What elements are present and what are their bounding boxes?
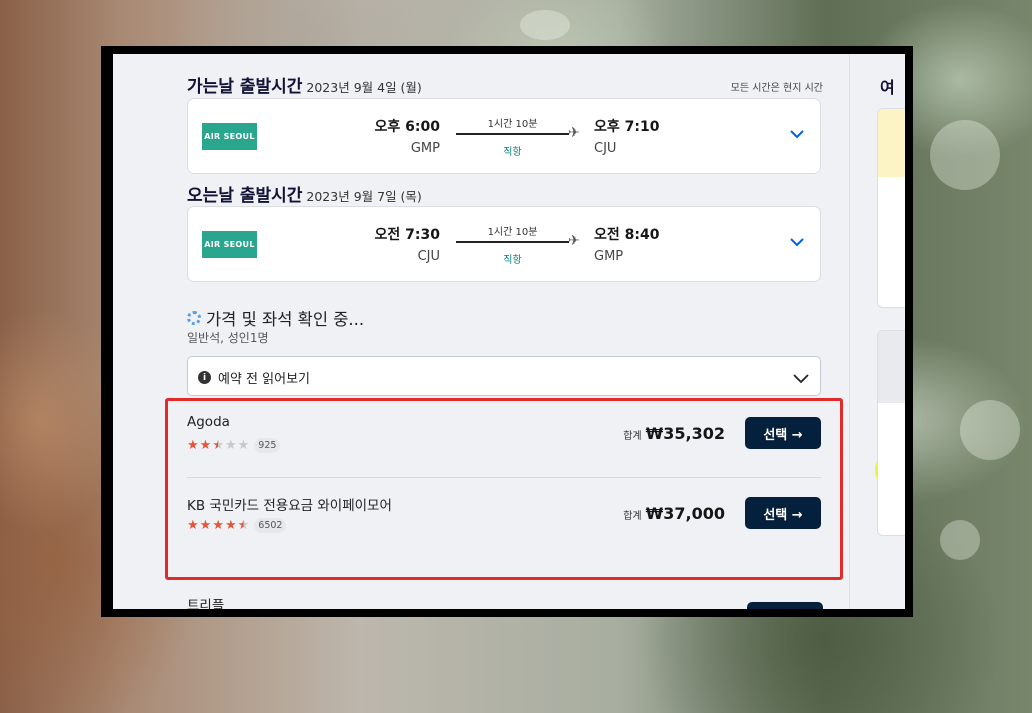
departure-code: GMP [410, 141, 440, 156]
provider-row: Agoda ★ ★ ★ ★ ★ 925 합계 ₩35,302 선택 → [187, 402, 821, 482]
route-line [456, 241, 569, 243]
bokeh-light [940, 520, 980, 560]
loading-text: 가격 및 좌석 확인 중... [206, 310, 365, 329]
cabin-info: 일반석, 성인1명 [187, 331, 269, 345]
star-empty-icon: ★ [237, 438, 250, 453]
select-button[interactable]: 선택 → [745, 497, 821, 529]
departure-time: 오전 7:30 [374, 227, 440, 243]
plane-icon: ✈ [568, 233, 580, 249]
star-icon: ★ [224, 518, 237, 533]
air-seoul-logo: AIR SEOUL [202, 231, 257, 258]
provider-name: 트리플 [187, 598, 225, 609]
arrival-time: 오전 8:40 [594, 227, 660, 243]
sidebar-divider [849, 54, 850, 609]
departure-code: CJU [417, 249, 440, 264]
inbound-title: 오는날 출발시간 [187, 186, 303, 206]
departure: 오전 7:30 CJU [375, 224, 440, 264]
star-icon: ★ [199, 438, 212, 453]
sidebar-card-banner [878, 331, 905, 403]
read-before-label: 예약 전 읽어보기 [218, 372, 310, 387]
star-half-icon: ★ [237, 518, 250, 533]
bokeh-light [930, 120, 1000, 190]
provider-divider [187, 477, 821, 478]
loading-status: 가격 및 좌석 확인 중... [187, 306, 364, 330]
outbound-heading: 가는날 출발시간 2023년 9월 4일 (월) [187, 72, 422, 97]
browser-viewport: 가는날 출발시간 2023년 9월 4일 (월) 모든 시간은 현지 시간 AI… [113, 54, 905, 609]
star-icon: ★ [187, 438, 199, 453]
bokeh-light [520, 10, 570, 40]
arrival: 오후 7:10 CJU [594, 116, 659, 156]
outbound-title: 가는날 출발시간 [187, 77, 303, 97]
chevron-down-icon[interactable] [788, 125, 806, 143]
sidebar-card[interactable] [877, 108, 905, 308]
star-icon: ★ [199, 518, 212, 533]
outbound-date: 2023년 9월 4일 (월) [306, 80, 422, 95]
select-button[interactable] [747, 602, 823, 609]
main-content: 가는날 출발시간 2023년 9월 4일 (월) 모든 시간은 현지 시간 AI… [165, 54, 905, 609]
arrival: 오전 8:40 GMP [594, 224, 659, 264]
review-count: 925 [254, 438, 281, 453]
chevron-down-icon [793, 374, 809, 384]
price-label: 합계 [623, 511, 642, 522]
route-line [456, 133, 569, 135]
bokeh-light [960, 400, 1020, 460]
star-icon: ★ [187, 518, 199, 533]
price: 합계 ₩37,000 [623, 504, 725, 523]
inbound-date: 2023년 9월 7일 (목) [306, 189, 422, 204]
read-before-booking-dropdown[interactable]: i 예약 전 읽어보기 [187, 356, 821, 396]
provider-name: Agoda [187, 414, 230, 430]
local-time-note: 모든 시간은 현지 시간 [730, 83, 823, 94]
price: 합계 ₩35,302 [623, 424, 725, 443]
star-empty-icon: ★ [224, 438, 237, 453]
price-label: 합계 [623, 431, 642, 442]
select-button[interactable]: 선택 → [745, 417, 821, 449]
info-icon: i [198, 371, 211, 384]
departure-time: 오후 6:00 [374, 119, 440, 135]
provider-row: KB 국민카드 전용요금 와이페이모어 ★ ★ ★ ★ ★ 6502 합계 ₩3… [187, 482, 821, 562]
sidebar-card-banner [878, 109, 905, 177]
direct-flight-label: 직항 [503, 255, 522, 266]
sidebar-card[interactable] [877, 330, 905, 536]
plane-icon: ✈ [568, 125, 580, 141]
star-icon: ★ [212, 518, 224, 533]
price-amount: ₩37,000 [645, 504, 725, 523]
provider-name: KB 국민카드 전용요금 와이페이모어 [187, 498, 392, 514]
flight-duration: 1시간 10분 [487, 119, 538, 130]
air-seoul-logo: AIR SEOUL [202, 123, 257, 150]
star-half-icon: ★ [212, 438, 224, 453]
departure: 오후 6:00 GMP [375, 116, 440, 156]
arrival-code: GMP [594, 249, 624, 264]
outbound-flight-card[interactable]: AIR SEOUL 오후 6:00 GMP 1시간 10분 ✈ 직항 오후 7:… [187, 98, 821, 174]
flight-duration: 1시간 10분 [487, 227, 538, 238]
arrival-code: CJU [594, 141, 617, 156]
arrival-time: 오후 7:10 [594, 119, 660, 135]
review-count: 6502 [254, 518, 287, 533]
chevron-down-icon[interactable] [788, 233, 806, 251]
spinner-icon [187, 311, 201, 325]
rating-stars: ★ ★ ★ ★ ★ 6502 [187, 518, 287, 533]
inbound-heading: 오는날 출발시간 2023년 9월 7일 (목) [187, 181, 422, 206]
rating-stars: ★ ★ ★ ★ ★ 925 [187, 438, 281, 453]
direct-flight-label: 직항 [503, 147, 522, 158]
inbound-flight-card[interactable]: AIR SEOUL 오전 7:30 CJU 1시간 10분 ✈ 직항 오전 8:… [187, 206, 821, 282]
sidebar-title: 여 [880, 78, 895, 97]
price-amount: ₩35,302 [645, 424, 725, 443]
screenshot-frame: 가는날 출발시간 2023년 9월 4일 (월) 모든 시간은 현지 시간 AI… [101, 46, 913, 617]
